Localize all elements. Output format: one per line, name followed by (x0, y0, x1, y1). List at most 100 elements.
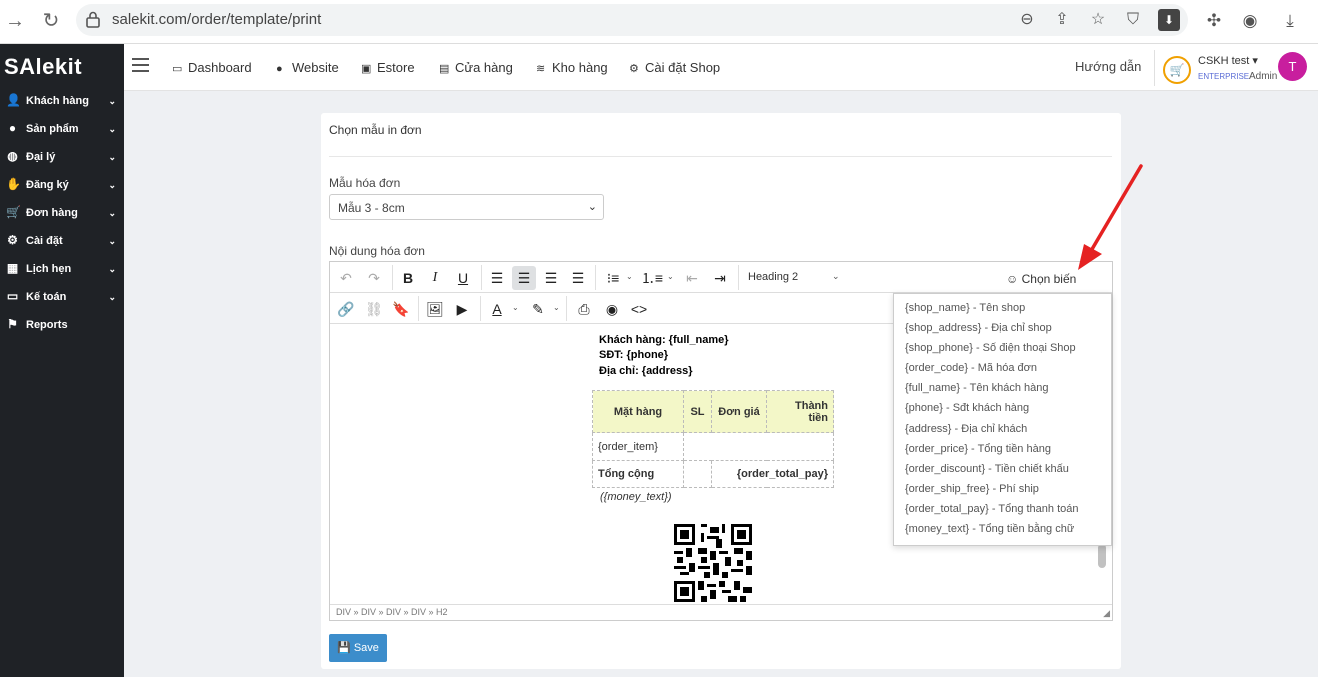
save-label: Save (353, 642, 379, 654)
empty-cell (683, 432, 834, 461)
align-center-icon[interactable]: ☰ (512, 266, 536, 290)
help-link[interactable]: Hướng dẫn (1075, 59, 1141, 74)
browser-chrome: → ↻ salekit.com/order/template/print ⊖ ⇪… (0, 0, 1318, 44)
bullet-list-icon[interactable]: ⁝≡ (601, 266, 625, 290)
unlink-icon[interactable]: ⛓ (362, 297, 386, 321)
nav-dashboard[interactable]: ▭ Dashboard (172, 60, 252, 75)
variable-item[interactable]: {shop_phone} - Số điện thoại Shop (905, 342, 1076, 354)
zoom-out-icon[interactable]: ⊖ (1016, 9, 1038, 31)
hamburger-menu-icon[interactable] (132, 58, 149, 72)
address-bar[interactable]: salekit.com/order/template/print ⊖ ⇪ ☆ ⛉… (76, 4, 1188, 36)
extensions-icon[interactable]: ✣ (1202, 9, 1226, 33)
total-label-cell: Tổng cộng (592, 460, 684, 488)
nav-cai-dat-shop[interactable]: ⚙ Cài đặt Shop (629, 60, 720, 75)
store-icon: ▤ (439, 63, 450, 75)
print-icon[interactable]: ⎙ (572, 297, 596, 321)
variable-item[interactable]: {order_discount} - Tiền chiết khấu (905, 463, 1069, 475)
smile-icon: ☺ (1006, 272, 1019, 286)
sidebar-item-don-hang[interactable]: 🛒 Đơn hàng ⌄ (0, 200, 124, 228)
numbered-list-icon[interactable]: ⒈≡ (640, 266, 664, 290)
chevron-down-icon[interactable]: ⌄ (832, 271, 840, 282)
nav-website[interactable]: ● Website (276, 60, 339, 75)
heading-select[interactable]: Heading 2 (748, 271, 798, 283)
sidebar-item-label: Lịch hẹn (26, 263, 72, 275)
account-name: CSKH test (1198, 55, 1250, 67)
variable-item[interactable]: {address} - Địa chỉ khách (905, 423, 1027, 435)
variable-item[interactable]: {order_code} - Mã hóa đơn (905, 362, 1037, 374)
italic-icon[interactable]: I (423, 266, 447, 290)
forward-icon[interactable]: → (2, 8, 28, 34)
sidebar-item-lich-hen[interactable]: ▦ Lịch hẹn ⌄ (0, 256, 124, 284)
downloads-icon[interactable]: ⤓ (1278, 9, 1302, 33)
text-color-icon[interactable]: A (485, 297, 509, 321)
reload-icon[interactable]: ↻ (38, 8, 64, 34)
bookmark-star-icon[interactable]: ☆ (1087, 9, 1109, 31)
chevron-down-icon[interactable]: ⌄ (512, 303, 519, 312)
qr-code-image (674, 524, 752, 602)
variable-item[interactable]: {money_text} - Tổng tiền bằng chữ (905, 523, 1074, 535)
template-select[interactable]: Mẫu 3 - 8cm ⌄ (329, 194, 604, 220)
variable-item[interactable]: {full_name} - Tên khách hàng (905, 382, 1049, 394)
chevron-down-icon[interactable]: ⌄ (553, 303, 560, 312)
nav-cua-hang[interactable]: ▤ Cửa hàng (439, 60, 513, 75)
preview-eye-icon[interactable]: ◉ (600, 297, 624, 321)
gear-icon: ⚙ (629, 63, 639, 75)
sidebar-item-ke-toan[interactable]: ▭ Kế toán ⌄ (0, 284, 124, 312)
nav-label: Kho hàng (552, 60, 608, 75)
profile-icon[interactable]: ◉ (1238, 9, 1262, 33)
sidebar-item-khach-hang[interactable]: 👤 Khách hàng ⌄ (0, 88, 124, 116)
chevron-down-icon[interactable]: ⌄ (667, 272, 674, 281)
toolbar-separator (566, 296, 567, 321)
source-code-icon[interactable]: <> (627, 297, 651, 321)
editor-scrollbar[interactable] (1098, 544, 1106, 568)
sidebar-item-cai-dat[interactable]: ⚙ Cài đặt ⌄ (0, 228, 124, 256)
align-left-icon[interactable]: ☰ (485, 266, 509, 290)
sidebar-item-dai-ly[interactable]: ◍ Đại lý ⌄ (0, 144, 124, 172)
variable-item[interactable]: {order_ship_free} - Phí ship (905, 483, 1039, 495)
bold-icon[interactable]: B (396, 266, 420, 290)
toolbar-separator (418, 296, 419, 321)
header-price: Đơn giá (711, 390, 767, 433)
choose-variable-button[interactable]: ☺ Chọn biến (1006, 272, 1076, 286)
link-icon[interactable]: 🔗 (334, 297, 358, 321)
avatar[interactable]: T (1278, 52, 1307, 81)
card-icon: ▭ (6, 289, 19, 303)
shield-icon[interactable]: ⛉ (1122, 9, 1144, 31)
globe-icon: ● (276, 63, 283, 75)
logo[interactable]: SAlekit (4, 54, 82, 80)
align-right-icon[interactable]: ☰ (539, 266, 563, 290)
outdent-icon[interactable]: ⇤ (680, 266, 704, 290)
header-qty: SL (683, 390, 712, 433)
download-install-icon[interactable]: ⬇ (1158, 9, 1180, 31)
bookmark-icon[interactable]: 🔖 (389, 297, 413, 321)
align-justify-icon[interactable]: ☰ (566, 266, 590, 290)
toolbar-separator (738, 265, 739, 290)
nav-estore[interactable]: ▣ Estore (361, 60, 415, 75)
sidebar-item-dang-ky[interactable]: ✋ Đăng ký ⌄ (0, 172, 124, 200)
save-button[interactable]: 💾 Save (329, 634, 387, 662)
order-item-cell: {order_item} (592, 432, 684, 461)
variable-item[interactable]: {shop_address} - Địa chỉ shop (905, 322, 1052, 334)
variable-item[interactable]: {order_price} - Tổng tiền hàng (905, 443, 1051, 455)
video-icon[interactable]: ▶ (450, 297, 474, 321)
share-icon[interactable]: ⇪ (1051, 9, 1073, 31)
redo-icon[interactable]: ↷ (362, 266, 386, 290)
divider (1154, 50, 1155, 86)
underline-icon[interactable]: U (451, 266, 475, 290)
nav-kho-hang[interactable]: ≋ Kho hàng (536, 60, 608, 75)
sidebar-item-san-pham[interactable]: ● Sản phẩm ⌄ (0, 116, 124, 144)
indent-icon[interactable]: ⇥ (708, 266, 732, 290)
table-row: Tổng cộng {order_total_pay} (592, 460, 834, 488)
variable-item[interactable]: {phone} - Sđt khách hàng (905, 402, 1029, 414)
undo-icon[interactable]: ↶ (334, 266, 358, 290)
image-icon[interactable]: 🖼 (423, 297, 447, 321)
account-menu[interactable]: CSKH test ▾ (1198, 54, 1258, 67)
shop-cart-icon[interactable]: 🛒 (1163, 56, 1191, 84)
cart-icon: 🛒 (6, 205, 21, 219)
sidebar-item-reports[interactable]: ⚑ Reports (0, 312, 124, 340)
variable-item[interactable]: {order_total_pay} - Tổng thanh toán (905, 503, 1079, 515)
chevron-down-icon[interactable]: ⌄ (626, 272, 633, 281)
variable-item[interactable]: {shop_name} - Tên shop (905, 302, 1025, 314)
resize-handle-icon[interactable]: ◢ (1103, 608, 1110, 619)
highlight-icon[interactable]: ✎ (526, 297, 550, 321)
